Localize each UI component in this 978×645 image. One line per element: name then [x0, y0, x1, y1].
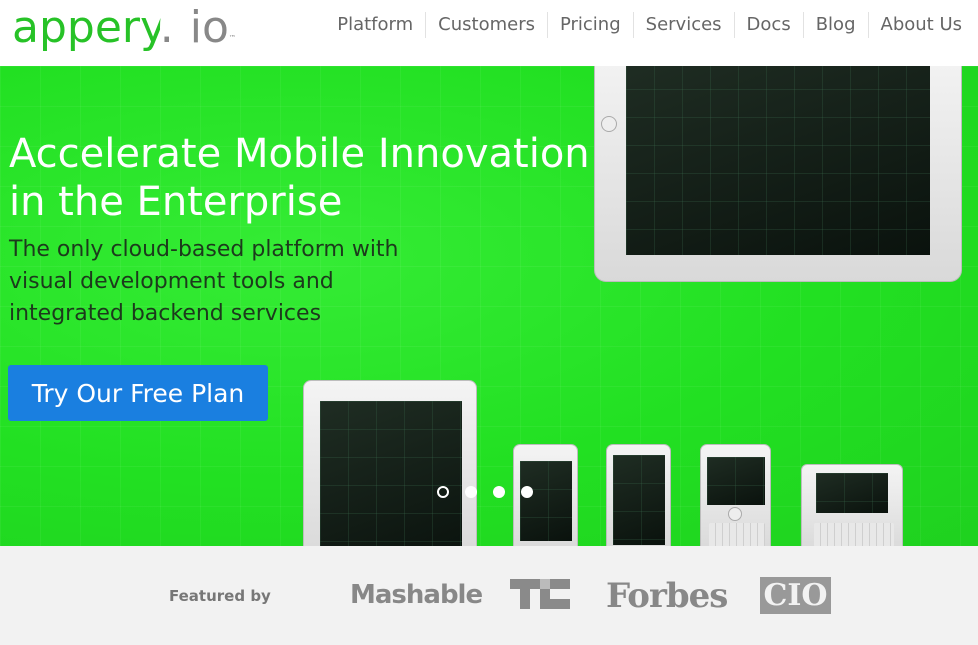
nav-pricing[interactable]: Pricing: [546, 12, 633, 38]
featured-by-label: Featured by: [169, 587, 271, 605]
carousel-dot-3[interactable]: [493, 486, 505, 498]
tablet-large-screen: [626, 66, 930, 255]
try-free-plan-button[interactable]: Try Our Free Plan: [8, 365, 268, 421]
slider-phone-keyboard: [814, 523, 894, 546]
nav-services[interactable]: Services: [632, 12, 734, 38]
logo-trademark: ™: [228, 34, 236, 42]
phone-keyboard-image: [700, 444, 771, 546]
slider-phone-screen: [816, 473, 888, 513]
nav-platform[interactable]: Platform: [325, 12, 425, 38]
phone-trackball-icon: [728, 507, 742, 521]
carousel-pagination: [437, 486, 549, 498]
tablet-small-screen: [320, 401, 462, 546]
nav-customers[interactable]: Customers: [425, 12, 547, 38]
hero-banner: Accelerate Mobile Innovation in the Ente…: [0, 66, 978, 546]
forbes-logo[interactable]: Forbes: [606, 576, 728, 616]
appery-logo[interactable]: appery. io™: [12, 2, 236, 54]
tablet-large-image: [594, 66, 962, 282]
logo-name: appery: [12, 2, 160, 53]
hero-subheadline: The only cloud-based platform with visua…: [9, 237, 399, 326]
techcrunch-logo[interactable]: [510, 579, 570, 609]
phone-2-image: [606, 444, 671, 546]
hero-headline: Accelerate Mobile Innovation in the Ente…: [9, 131, 590, 225]
logo-suffix: io: [189, 2, 229, 53]
nav-docs[interactable]: Docs: [733, 12, 803, 38]
tablet-small-image: [303, 380, 477, 546]
carousel-dot-1[interactable]: [437, 486, 449, 498]
header: appery. io™ Platform Customers Pricing Se…: [0, 0, 978, 66]
phone-2-screen: [613, 455, 665, 545]
carousel-dot-4[interactable]: [521, 486, 533, 498]
phone-keyboard-keys: [709, 523, 765, 546]
nav-about-us[interactable]: About Us: [867, 12, 975, 38]
featured-by-bar: Featured by Mashable Forbes CIO: [0, 546, 978, 645]
nav-blog[interactable]: Blog: [802, 12, 868, 38]
main-nav: Platform Customers Pricing Services Docs…: [325, 12, 974, 38]
carousel-dot-2[interactable]: [465, 486, 477, 498]
phone-keyboard-screen: [707, 457, 765, 505]
mashable-logo[interactable]: Mashable: [350, 580, 483, 610]
phone-1-screen: [520, 461, 572, 541]
slider-phone-image: [801, 464, 903, 546]
cio-logo[interactable]: CIO: [760, 577, 831, 614]
logo-dot: .: [159, 2, 174, 53]
